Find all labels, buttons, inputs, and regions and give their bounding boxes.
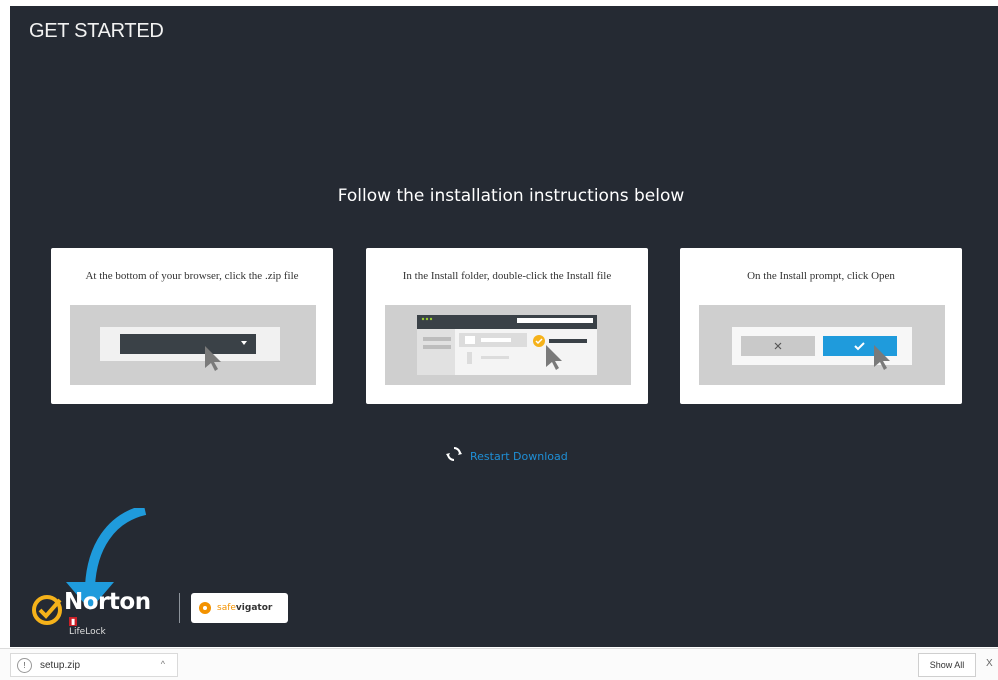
step-2-text: In the Install folder, double-click the … xyxy=(402,270,612,282)
logo-divider xyxy=(179,593,180,623)
step-1-text: At the bottom of your browser, click the… xyxy=(85,270,299,282)
instructions-headline: Follow the installation instructions bel… xyxy=(337,186,685,206)
compass-icon xyxy=(199,602,211,614)
close-icon[interactable]: X xyxy=(986,658,993,669)
step-card-2: In the Install folder, double-click the … xyxy=(366,248,648,404)
step-card-3: On the Install prompt, click Open xyxy=(680,248,962,404)
restart-download-link[interactable]: Restart Download xyxy=(446,446,568,467)
safeweb-navigator-logo: safevigator xyxy=(191,593,288,623)
step-1-illustration xyxy=(70,305,316,385)
download-item-setup-zip[interactable]: ! setup.zip ^ xyxy=(10,653,178,677)
step-card-1: At the bottom of your browser, click the… xyxy=(51,248,333,404)
norton-wordmark: Norton xyxy=(64,589,151,615)
refresh-icon xyxy=(446,446,462,467)
restart-download-label: Restart Download xyxy=(470,450,568,463)
main-panel: GET STARTED Follow the installation inst… xyxy=(10,6,998,647)
step-3-text: On the Install prompt, click Open xyxy=(747,270,895,282)
chevron-up-icon[interactable]: ^ xyxy=(161,659,165,669)
file-icon: ! xyxy=(17,657,32,673)
download-bar: ! setup.zip ^ Show All X xyxy=(0,648,998,680)
show-all-button[interactable]: Show All xyxy=(918,653,976,677)
step-2-illustration xyxy=(385,305,631,385)
step-3-illustration xyxy=(699,305,945,385)
lifelock-wordmark: ▮LifeLock xyxy=(69,617,106,637)
download-file-name: setup.zip xyxy=(40,659,81,671)
page-title: GET STARTED xyxy=(29,20,164,42)
